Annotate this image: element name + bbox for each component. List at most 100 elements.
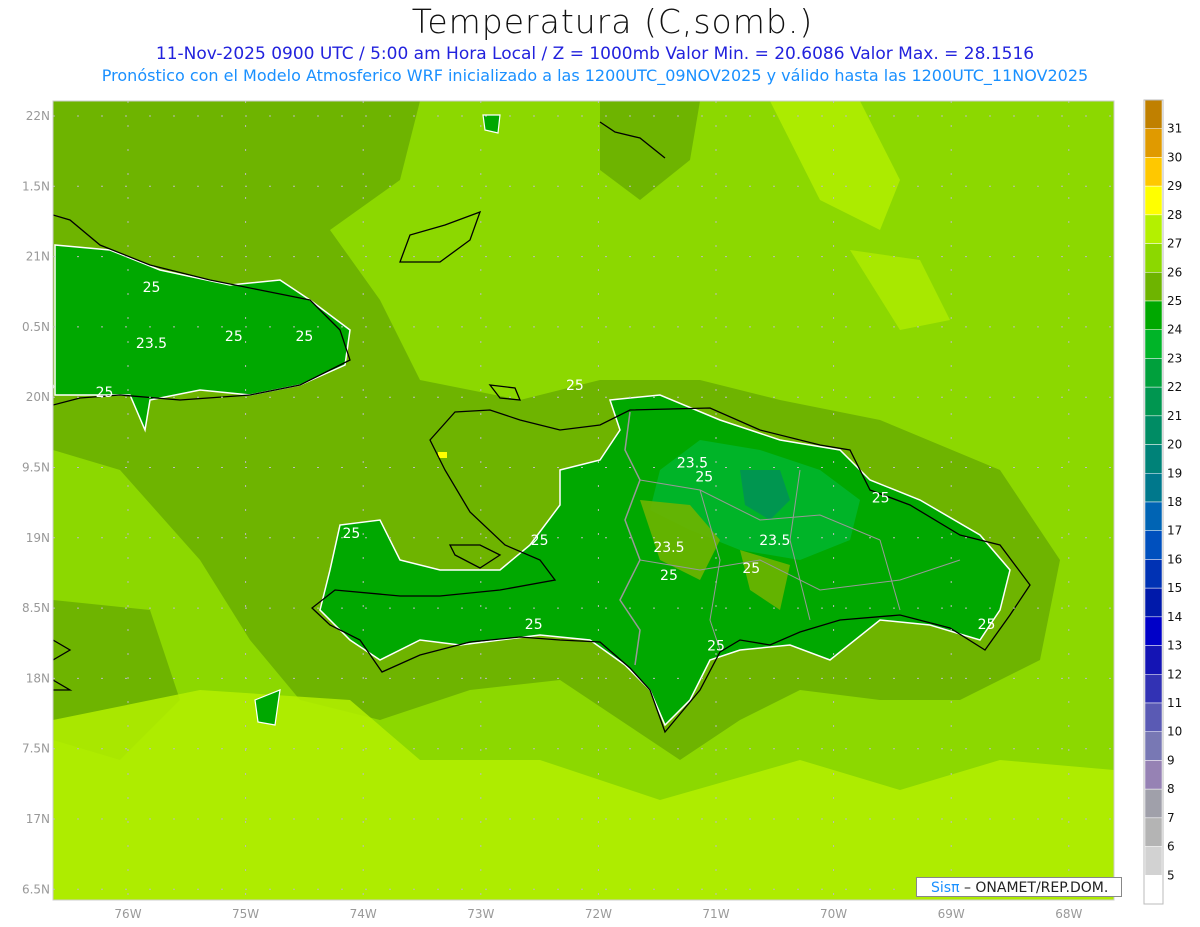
colorbar-swatch <box>1144 846 1163 876</box>
lat-tick-label: 9.5N <box>22 461 50 475</box>
colorbar-swatch <box>1144 128 1163 158</box>
lon-tick-label: 72W <box>585 907 612 921</box>
colorbar-label: 9 <box>1167 753 1175 767</box>
colorbar-label: 14 <box>1167 610 1182 624</box>
colorbar-label: 8 <box>1167 782 1175 796</box>
colorbar-swatch <box>1144 386 1163 417</box>
colorbar-label: 20 <box>1167 438 1182 452</box>
colorbar-swatch <box>1144 358 1163 388</box>
colorbar-swatch <box>1144 875 1163 905</box>
colorbar-label: 19 <box>1167 466 1182 480</box>
colorbar-label: 23 <box>1167 351 1182 365</box>
contour-label: 23.5 <box>136 336 167 352</box>
lon-tick-label: 73W <box>467 907 494 921</box>
colorbar-label: 16 <box>1167 552 1182 566</box>
model-info-subtitle: Pronóstico con el Modelo Atmosferico WRF… <box>101 66 1089 85</box>
contour-label: 25 <box>742 561 760 577</box>
contour-label: 25 <box>978 617 996 633</box>
contour-label: 25 <box>660 568 678 584</box>
contour-label: 23.5 <box>759 533 790 549</box>
map-title: Temperatura (C,somb.) <box>411 2 814 41</box>
credit-text: – ONAMET/REP.DOM. <box>963 880 1109 896</box>
lat-tick-label: 7.5N <box>22 742 50 756</box>
colorbar-label: 27 <box>1167 237 1182 251</box>
colorbar-label: 29 <box>1167 179 1182 193</box>
credit-brand: Sisπ <box>931 880 960 896</box>
colorbar-swatch <box>1144 559 1163 589</box>
contour-label: 25 <box>295 329 313 345</box>
colorbar-swatch <box>1144 674 1163 704</box>
lon-tick-label: 69W <box>938 907 965 921</box>
colorbar-label: 28 <box>1167 208 1182 222</box>
lat-tick-label: 21N <box>26 250 50 264</box>
lon-tick-label: 71W <box>702 907 729 921</box>
colorbar-swatch <box>1144 214 1163 244</box>
colorbar-swatch <box>1144 587 1163 618</box>
contour-label: 25 <box>566 378 584 394</box>
colorbar-label: 11 <box>1167 696 1182 710</box>
contour-label: 25 <box>707 638 725 654</box>
contour-label: 25 <box>695 470 713 486</box>
colorbar-swatch <box>1144 185 1163 216</box>
colorbar-label: 7 <box>1167 811 1175 825</box>
lat-tick-label: 18N <box>26 671 50 685</box>
colorbar-swatch <box>1144 760 1163 790</box>
contour-label: 25 <box>143 280 161 296</box>
lat-tick-label: 22N <box>26 109 50 123</box>
colorbar-swatch <box>1144 329 1163 359</box>
colorbar-label: 30 <box>1167 150 1182 164</box>
shaded-field <box>53 101 1114 900</box>
contour-label: 25 <box>225 329 243 345</box>
colorbar-swatch <box>1144 300 1163 330</box>
lon-tick-label: 70W <box>820 907 847 921</box>
colorbar-label: 13 <box>1167 639 1182 653</box>
colorbar-swatch <box>1144 99 1163 129</box>
temperature-map: 2523.5 25 2523.5 25 2523.5252525 25 23.5 23.525… <box>22 99 1182 921</box>
colorbar-swatch <box>1144 444 1163 474</box>
colorbar-label: 25 <box>1167 294 1182 308</box>
colorbar-swatch <box>1144 157 1163 187</box>
lat-tick-label: 0.5N <box>22 320 50 334</box>
colorbar-swatch <box>1144 731 1163 761</box>
lat-tick-label: 20N <box>26 390 50 404</box>
colorbar-label: 17 <box>1167 524 1182 538</box>
colorbar-swatch <box>1144 645 1163 675</box>
lat-tick-label: 6.5N <box>22 882 50 896</box>
lon-tick-label: 75W <box>232 907 259 921</box>
colorbar-swatch <box>1144 415 1163 445</box>
colorbar-label: 15 <box>1167 581 1182 595</box>
colorbar-swatch <box>1144 272 1163 302</box>
colorbar-swatch <box>1144 243 1163 273</box>
lat-tick-label: 17N <box>26 812 50 826</box>
contour-label: 25 <box>525 617 543 633</box>
colorbar-swatch <box>1144 530 1163 560</box>
lat-tick-label: 19N <box>26 531 50 545</box>
valid-time-subtitle: 11-Nov-2025 0900 UTC / 5:00 am Hora Loca… <box>155 44 1035 64</box>
colorbar-label: 18 <box>1167 495 1182 509</box>
colorbar-label: 10 <box>1167 725 1182 739</box>
colorbar-label: 24 <box>1167 323 1182 337</box>
colorbar-swatch <box>1144 501 1163 531</box>
colorbar-label: 31 <box>1167 122 1182 136</box>
lat-tick-label: 1.5N <box>22 179 50 193</box>
colorbar-label: 22 <box>1167 380 1182 394</box>
colorbar-label: 26 <box>1167 265 1182 279</box>
colorbar-swatch <box>1144 702 1163 732</box>
credit-box: Sisπ – ONAMET/REP.DOM. <box>916 877 1122 897</box>
colorbar: 31 30 29 28 27 26 25 24 23 22 21 20 19 18 17 16 15 14 13 12… <box>1143 99 1182 905</box>
lon-tick-label: 68W <box>1055 907 1082 921</box>
colorbar-label: 5 <box>1167 868 1175 882</box>
contour-label: 25 <box>96 385 114 401</box>
lat-tick-label: 8.5N <box>22 601 50 615</box>
lon-tick-label: 76W <box>114 907 141 921</box>
lon-tick-label: 74W <box>350 907 377 921</box>
colorbar-label: 21 <box>1167 409 1182 423</box>
contour-label: 25 <box>872 491 890 507</box>
colorbar-swatch <box>1144 817 1163 847</box>
colorbar-label: 12 <box>1167 667 1182 681</box>
contour-label: 23.5 <box>653 540 684 556</box>
colorbar-swatch <box>1144 616 1163 646</box>
colorbar-label: 6 <box>1167 840 1175 854</box>
contour-label: 25 <box>531 533 549 549</box>
contour-label: 25 <box>343 526 361 542</box>
